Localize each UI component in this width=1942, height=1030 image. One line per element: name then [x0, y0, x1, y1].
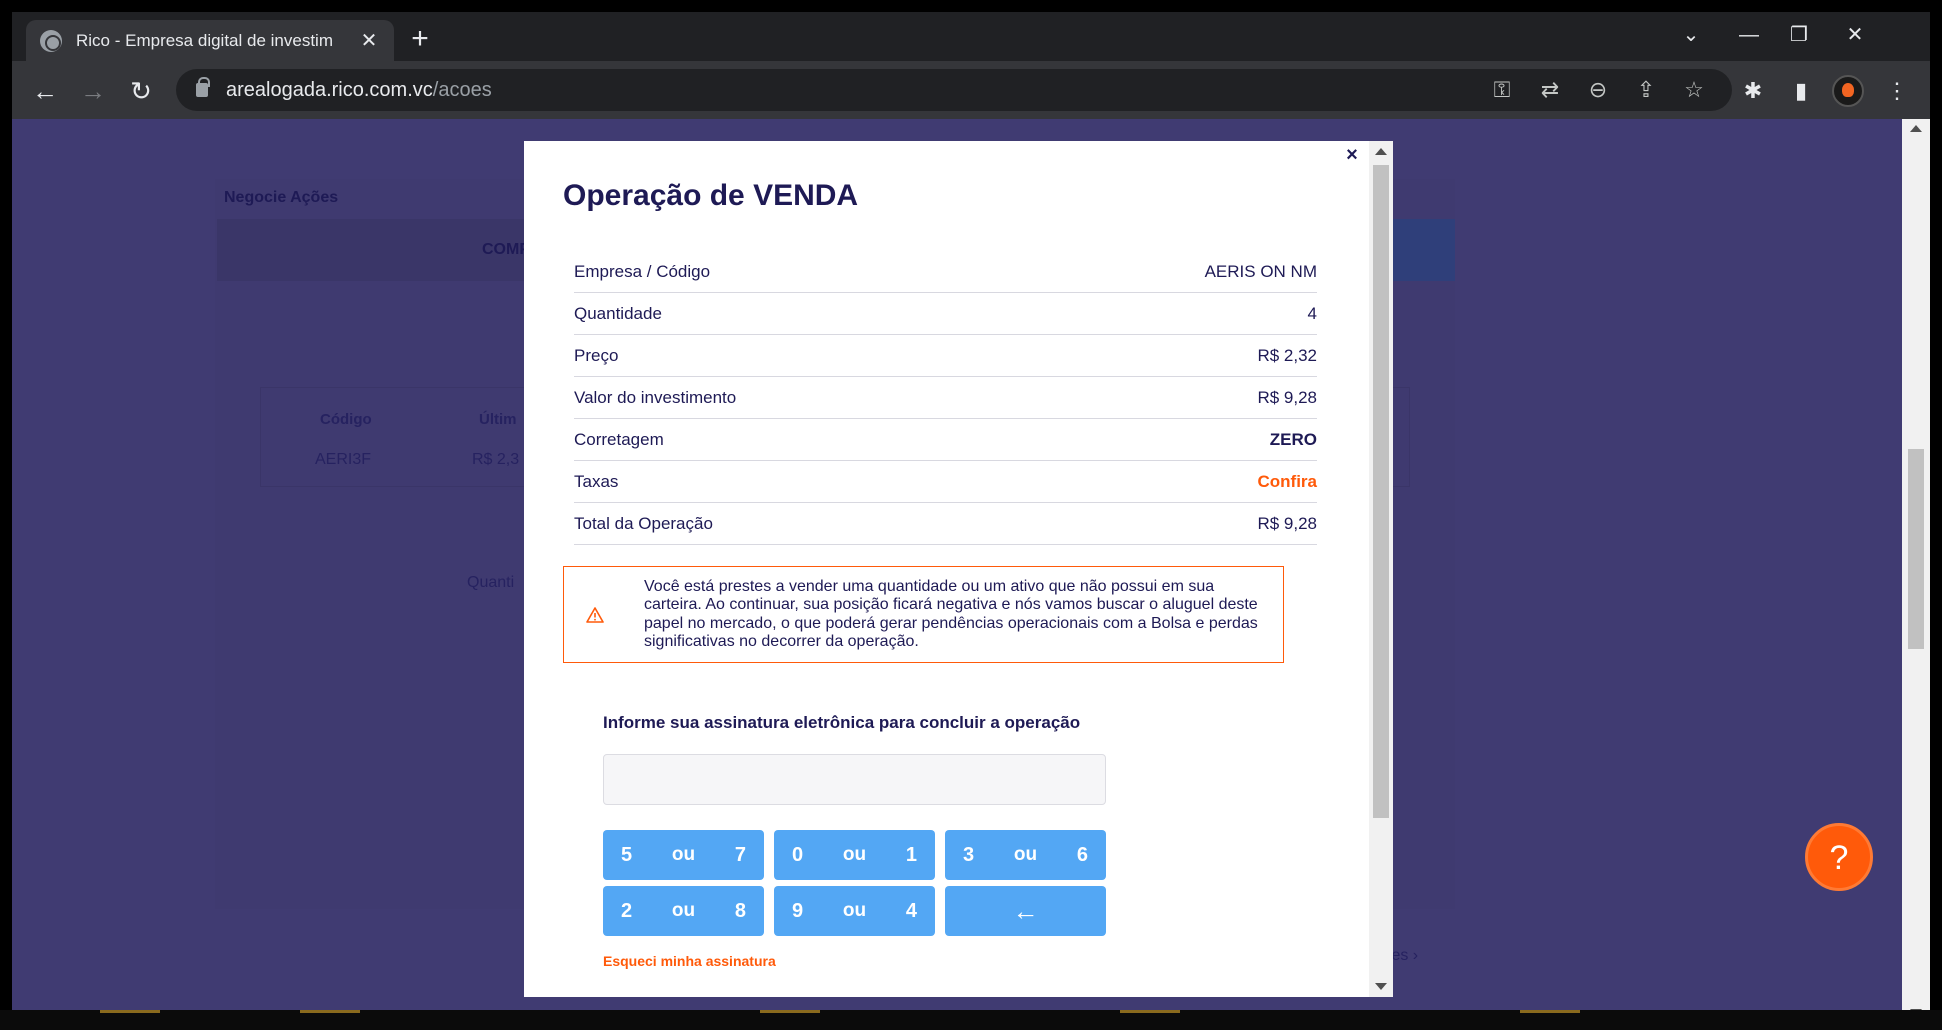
browser-toolbar: ← → ↻ arealogada.rico.com.vc/acoes ⚿ ⇄ ⊖…	[12, 61, 1930, 119]
globe-icon	[40, 29, 62, 52]
keypad-button[interactable]: 2 ou 8	[603, 886, 764, 936]
back-icon[interactable]: ←	[28, 74, 62, 108]
tab-close-icon[interactable]: ✕	[358, 28, 380, 53]
forgot-signature-link[interactable]: Esqueci minha assinatura	[603, 953, 776, 969]
signature-label: Informe sua assinatura eletrônica para c…	[603, 713, 1081, 732]
key-or: ou	[1013, 844, 1038, 865]
detail-row: Taxas Confira	[574, 461, 1317, 503]
key-or: ou	[842, 900, 867, 921]
detail-label: Empresa / Código	[574, 261, 711, 281]
detail-label: Corretagem	[574, 429, 664, 449]
signature-input[interactable]	[603, 754, 1106, 805]
detail-value: R$ 9,28	[1257, 387, 1317, 407]
modal-scrollbar[interactable]	[1369, 141, 1393, 997]
help-button[interactable]: ?	[1805, 823, 1873, 891]
keypad-button[interactable]: 0 ou 1	[774, 830, 935, 880]
key-digit: 9	[792, 899, 804, 922]
detail-label: Total da Operação	[574, 513, 713, 533]
detail-row: Preço R$ 2,32	[574, 335, 1317, 377]
keypad-button[interactable]: 5 ou 7	[603, 830, 764, 880]
detail-row: Total da Operação R$ 9,28	[574, 503, 1317, 545]
new-tab-button[interactable]: +	[404, 24, 436, 56]
tab-search-icon[interactable]: ⌄	[1668, 20, 1714, 50]
key-digit: 0	[792, 843, 804, 866]
url-host: arealogada.rico.com.vc	[226, 78, 433, 101]
key-digit: 7	[734, 843, 746, 866]
forward-icon[interactable]: →	[76, 74, 110, 108]
modal-scroll-thumb[interactable]	[1373, 165, 1389, 818]
operation-details: Empresa / Código AERIS ON NM Quantidade …	[574, 251, 1317, 545]
scroll-thumb[interactable]	[1908, 449, 1924, 649]
key-digit: 8	[734, 899, 746, 922]
key-icon[interactable]: ⚿	[1486, 74, 1518, 106]
table-cell-ultimo: R$ 2,3	[472, 451, 520, 468]
key-or: ou	[671, 900, 696, 921]
keypad-button[interactable]: 3 ou 6	[945, 830, 1106, 880]
extensions-icon[interactable]: ✱	[1736, 74, 1770, 108]
key-digit: 4	[905, 899, 917, 922]
detail-row: Corretagem ZERO	[574, 419, 1317, 461]
sell-operation-modal: × Operação de VENDA Empresa / Código AER…	[524, 141, 1393, 997]
key-digit: 1	[905, 843, 917, 866]
modal-scroll-up-icon[interactable]	[1375, 148, 1387, 155]
tab-strip: Rico - Empresa digital de investim ✕ + ⌄…	[12, 12, 1930, 61]
reload-icon[interactable]: ↻	[124, 74, 158, 108]
restore-button[interactable]: ❐	[1776, 20, 1822, 50]
key-digit: 3	[963, 843, 975, 866]
star-icon[interactable]: ☆	[1678, 74, 1710, 106]
menu-icon[interactable]: ⋮	[1880, 74, 1914, 108]
section-title: Negocie Ações	[224, 189, 339, 206]
bottom-strip	[0, 1010, 1942, 1030]
close-window-button[interactable]: ✕	[1832, 20, 1878, 50]
detail-row: Empresa / Código AERIS ON NM	[574, 251, 1317, 293]
side-panel-icon[interactable]: ▮	[1784, 74, 1818, 108]
detail-row: Quantidade 4	[574, 293, 1317, 335]
table-cell-codigo: AERI3F	[315, 451, 372, 468]
keypad-button[interactable]: 9 ou 4	[774, 886, 935, 936]
key-digit: 5	[621, 843, 633, 866]
page-scrollbar[interactable]	[1902, 119, 1930, 1022]
key-digit: 6	[1076, 843, 1088, 866]
profile-avatar[interactable]	[1832, 75, 1864, 107]
translate-icon[interactable]: ⇄	[1534, 74, 1566, 106]
key-or: ou	[671, 844, 696, 865]
detail-row: Valor do investimento R$ 9,28	[574, 377, 1317, 419]
modal-title: Operação de VENDA	[563, 179, 859, 212]
detail-value: R$ 9,28	[1257, 513, 1317, 533]
warning-text: Você está prestes a vender uma quantidad…	[644, 577, 1258, 651]
backspace-button[interactable]: ←	[945, 886, 1106, 936]
share-icon[interactable]: ⇪	[1630, 74, 1662, 106]
close-icon[interactable]: ×	[1342, 145, 1362, 165]
detail-label: Taxas	[574, 471, 619, 491]
lock-icon[interactable]	[196, 77, 210, 97]
tab-venda[interactable]	[1392, 219, 1455, 281]
detail-value: ZERO	[1269, 429, 1317, 449]
backspace-icon: ←	[1012, 895, 1039, 926]
browser-tab[interactable]: Rico - Empresa digital de investim ✕	[26, 20, 394, 61]
zoom-out-icon[interactable]: ⊖	[1582, 74, 1614, 106]
key-or: ou	[842, 844, 867, 865]
detail-value: 4	[1307, 303, 1317, 323]
tab-compra[interactable]: COMP	[482, 241, 530, 259]
warning-icon	[586, 606, 604, 623]
url-path: /acoes	[432, 78, 492, 101]
table-header-ultimo: Últim	[479, 411, 517, 428]
minimize-button[interactable]: —	[1726, 20, 1772, 50]
key-digit: 2	[621, 899, 633, 922]
table-header-codigo: Código	[320, 411, 372, 428]
tab-title: Rico - Empresa digital de investim	[76, 30, 333, 50]
detail-value: AERIS ON NM	[1204, 261, 1317, 281]
detail-label: Preço	[574, 345, 619, 365]
quantity-label: Quanti	[467, 574, 515, 591]
taxas-link[interactable]: Confira	[1258, 472, 1318, 492]
detail-value: R$ 2,32	[1257, 345, 1317, 365]
detail-label: Valor do investimento	[574, 387, 737, 407]
detail-label: Quantidade	[574, 303, 662, 323]
warning-box: Você está prestes a vender uma quantidad…	[563, 566, 1284, 663]
scroll-up-icon[interactable]	[1910, 125, 1922, 132]
modal-scroll-down-icon[interactable]	[1375, 983, 1387, 990]
